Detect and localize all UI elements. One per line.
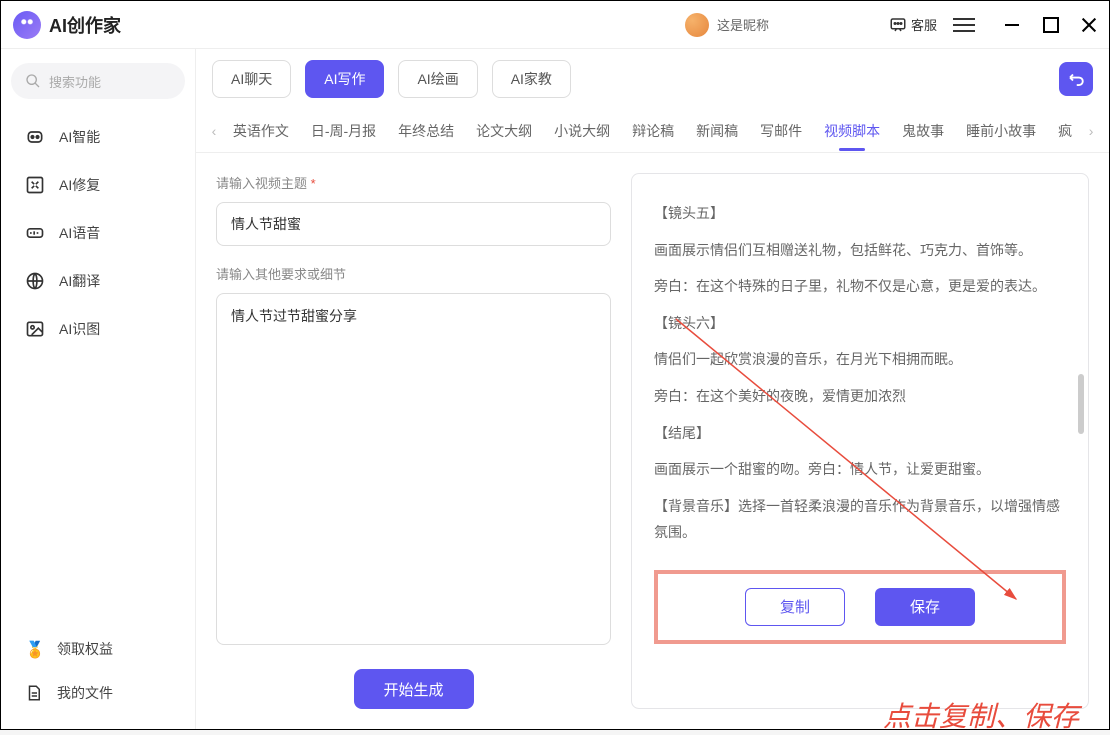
output-panel: 【镜头五】 画面展示情侣们互相赠送礼物，包括鲜花、巧克力、首饰等。 旁白：在这个… xyxy=(654,192,1066,556)
repair-icon xyxy=(25,175,45,195)
translate-icon xyxy=(25,271,45,291)
support-button[interactable]: 客服 xyxy=(889,15,937,34)
search-placeholder: 搜索功能 xyxy=(49,72,101,91)
subtab-year-summary[interactable]: 年终总结 xyxy=(387,109,465,153)
sidebar-item-ai-image[interactable]: AI识图 xyxy=(11,305,185,353)
search-icon xyxy=(25,73,41,89)
ending-title: 【结尾】 xyxy=(654,420,1066,447)
theme-input[interactable] xyxy=(216,202,611,246)
robot-icon xyxy=(25,127,45,147)
tab-ai-write[interactable]: AI写作 xyxy=(305,60,384,98)
search-input[interactable]: 搜索功能 xyxy=(11,63,185,99)
sidebar-item-label: AI智能 xyxy=(59,127,100,147)
file-icon xyxy=(25,684,43,702)
tab-ai-tutor[interactable]: AI家教 xyxy=(492,60,571,98)
ending-body: 画面展示一个甜蜜的吻。旁白：情人节，让爱更甜蜜。 xyxy=(654,456,1066,483)
generate-button[interactable]: 开始生成 xyxy=(354,669,474,709)
tab-ai-paint[interactable]: AI绘画 xyxy=(398,60,477,98)
sidebar-item-label: AI识图 xyxy=(59,319,100,339)
sidebar-item-ai-repair[interactable]: AI修复 xyxy=(11,161,185,209)
subtab-thesis-outline[interactable]: 论文大纲 xyxy=(465,109,543,153)
menu-button[interactable] xyxy=(953,14,975,36)
subtab-strip: ‹ 英语作文 日-周-月报 年终总结 论文大纲 小说大纲 辩论稿 新闻稿 写邮件… xyxy=(196,109,1109,153)
back-button[interactable] xyxy=(1059,62,1093,96)
subtab-bedtime-story[interactable]: 睡前小故事 xyxy=(955,109,1047,153)
support-label: 客服 xyxy=(911,15,937,34)
sidebar-item-ai-voice[interactable]: AI语音 xyxy=(11,209,185,257)
window-maximize[interactable] xyxy=(1043,17,1059,33)
save-button[interactable]: 保存 xyxy=(875,588,975,626)
sidebar-item-label: AI语音 xyxy=(59,223,100,243)
app-title: AI创作家 xyxy=(49,12,121,38)
window-close[interactable] xyxy=(1081,17,1097,33)
app-logo xyxy=(13,11,41,39)
subtab-next[interactable]: › xyxy=(1083,123,1099,139)
narration5: 旁白：在这个特殊的日子里，礼物不仅是心意，更是爱的表达。 xyxy=(654,273,1066,300)
subtab-debate[interactable]: 辩论稿 xyxy=(621,109,685,153)
shot6-title: 【镜头六】 xyxy=(654,310,1066,337)
subtab-report[interactable]: 日-周-月报 xyxy=(300,109,387,153)
sidebar-item-label: AI翻译 xyxy=(59,271,100,291)
sidebar-rights[interactable]: 领取权益 xyxy=(11,627,185,671)
sidebar-files-label: 我的文件 xyxy=(57,683,113,703)
subtab-more[interactable]: 疯 xyxy=(1047,109,1083,153)
bgm-note: 【背景音乐】选择一首轻柔浪漫的音乐作为背景音乐，以增强情感氛围。 xyxy=(654,493,1066,546)
user-avatar[interactable] xyxy=(685,13,709,37)
theme-label: 请输入视频主题 xyxy=(216,173,611,192)
image-icon xyxy=(25,319,45,339)
subtab-news[interactable]: 新闻稿 xyxy=(685,109,749,153)
subtab-prev[interactable]: ‹ xyxy=(206,123,222,139)
copy-button[interactable]: 复制 xyxy=(745,588,845,626)
scrollbar[interactable] xyxy=(1078,374,1084,434)
action-highlight-box: 复制 保存 xyxy=(654,570,1066,644)
details-textarea[interactable] xyxy=(216,293,611,645)
sidebar-item-ai-translate[interactable]: AI翻译 xyxy=(11,257,185,305)
user-nickname: 这是昵称 xyxy=(717,15,769,34)
subtab-ghost-story[interactable]: 鬼故事 xyxy=(891,109,955,153)
sidebar-item-label: AI修复 xyxy=(59,175,100,195)
tab-ai-chat[interactable]: AI聊天 xyxy=(212,60,291,98)
subtab-english-essay[interactable]: 英语作文 xyxy=(222,109,300,153)
shot5-body: 画面展示情侣们互相赠送礼物，包括鲜花、巧克力、首饰等。 xyxy=(654,237,1066,264)
chat-icon xyxy=(889,16,907,34)
subtab-video-script[interactable]: 视频脚本 xyxy=(813,109,891,153)
sidebar-item-ai-smart[interactable]: AI智能 xyxy=(11,113,185,161)
subtab-novel-outline[interactable]: 小说大纲 xyxy=(543,109,621,153)
window-minimize[interactable] xyxy=(1005,17,1021,33)
subtab-email[interactable]: 写邮件 xyxy=(749,109,813,153)
sidebar-files[interactable]: 我的文件 xyxy=(11,671,185,715)
voice-icon xyxy=(25,223,45,243)
sidebar-rights-label: 领取权益 xyxy=(57,639,113,659)
shot6-body: 情侣们一起欣赏浪漫的音乐，在月光下相拥而眠。 xyxy=(654,346,1066,373)
narration6: 旁白：在这个美好的夜晚，爱情更加浓烈 xyxy=(654,383,1066,410)
shot5-title: 【镜头五】 xyxy=(654,200,1066,227)
details-label: 请输入其他要求或细节 xyxy=(216,264,611,283)
medal-icon xyxy=(25,640,43,658)
return-icon xyxy=(1067,70,1085,88)
